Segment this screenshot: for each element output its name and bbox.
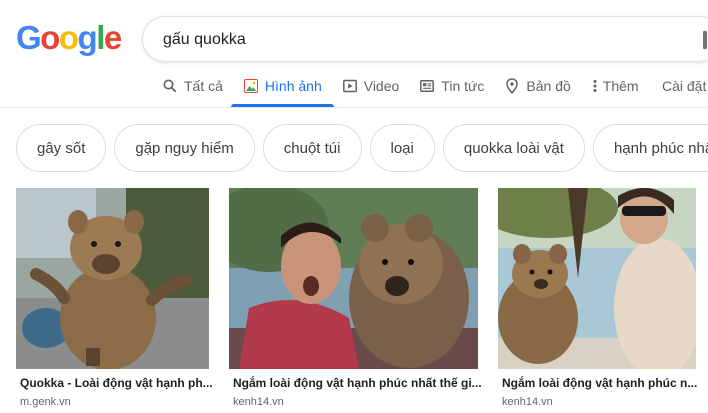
tab-label: Thêm (602, 78, 639, 94)
related-chips: gây sốt gặp nguy hiểm chuột túi loại quo… (16, 124, 708, 172)
video-icon (342, 78, 358, 94)
google-logo[interactable]: Google (16, 20, 122, 56)
chip-quokka-loai-vat[interactable]: quokka loài vật (442, 124, 585, 172)
tab-more[interactable]: Thêm (591, 74, 639, 98)
result-source: kenh14.vn (502, 396, 553, 408)
news-icon (419, 78, 435, 94)
tab-video[interactable]: Video (342, 74, 400, 98)
result-thumbnail[interactable] (16, 188, 209, 369)
more-vertical-icon (591, 78, 599, 94)
tab-maps[interactable]: Bản đồ (504, 74, 571, 98)
image-icon (243, 78, 259, 94)
result-title[interactable]: Ngắm loài động vật hạnh phúc nhất thế gi… (233, 376, 482, 390)
tab-label: Hình ảnh (264, 78, 322, 94)
tab-images[interactable]: Hình ảnh (230, 74, 334, 107)
result-thumbnail[interactable] (229, 188, 478, 369)
search-input[interactable] (163, 28, 683, 52)
chip-chuot-tui[interactable]: chuột túi (262, 124, 362, 172)
search-box (142, 16, 708, 62)
tab-label: Tất cả (184, 78, 223, 94)
tab-all[interactable]: Tất cả (162, 74, 223, 98)
result-thumbnail[interactable] (498, 188, 696, 369)
chip-loai[interactable]: loại (369, 124, 435, 172)
tab-news[interactable]: Tin tức (419, 74, 484, 98)
result-source: kenh14.vn (233, 396, 284, 408)
map-pin-icon (504, 78, 520, 94)
result-source: m.genk.vn (20, 396, 71, 408)
chip-gap-nguy-hiem[interactable]: gặp nguy hiểm (114, 124, 255, 172)
tabs-divider (0, 107, 708, 108)
clear-search-icon[interactable] (703, 31, 707, 49)
tab-label: Video (363, 78, 400, 94)
chip-gay-sot[interactable]: gây sốt (16, 124, 107, 172)
chip-hanh-phuc-nhat[interactable]: hạnh phúc nhất (592, 124, 708, 172)
result-title[interactable]: Quokka - Loài động vật hạnh ph... (20, 376, 213, 390)
tab-label: Tin tức (441, 78, 485, 94)
result-title[interactable]: Ngắm loài động vật hạnh phúc n... (502, 376, 697, 390)
search-icon (162, 78, 178, 94)
settings-link[interactable]: Cài đặt (662, 78, 706, 94)
tab-label: Bản đồ (526, 78, 571, 94)
search-tabs: Tất cả Hình ảnh Video Tin tức Bản đồ Thê… (162, 74, 659, 107)
